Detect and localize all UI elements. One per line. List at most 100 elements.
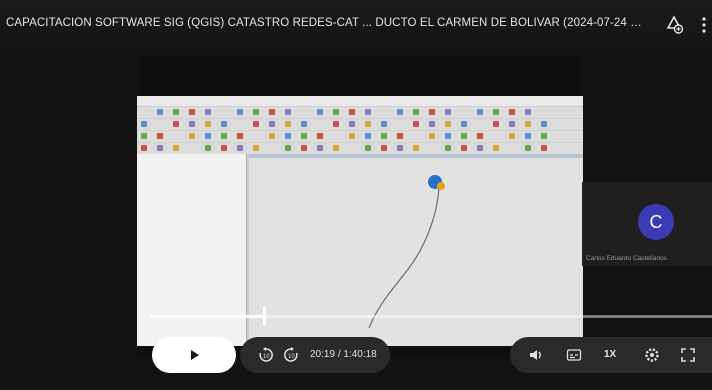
qgis-tool-icon <box>349 121 355 127</box>
qgis-tool-icon <box>333 145 339 151</box>
qgis-tool-icon <box>493 145 499 151</box>
qgis-tool-icon <box>141 133 147 139</box>
qgis-tool-icon <box>157 109 163 115</box>
qgis-tool-icon <box>477 109 483 115</box>
qgis-tool-icon <box>541 145 547 151</box>
time-display: 20:19 / 1:40:18 <box>310 349 377 360</box>
qgis-tool-icon <box>205 145 211 151</box>
qgis-tool-icon <box>461 145 467 151</box>
participant-name: Carlos Eduardo Castellanos <box>586 255 667 262</box>
qgis-tool-icon <box>525 145 531 151</box>
qgis-toolbar <box>137 143 583 154</box>
qgis-tool-icon <box>173 121 179 127</box>
qgis-tool-icon <box>333 109 339 115</box>
qgis-toolbar <box>137 107 583 118</box>
qgis-menubar <box>137 96 583 106</box>
qgis-tool-icon <box>445 109 451 115</box>
qgis-tool-icon <box>509 109 515 115</box>
qgis-tool-icon <box>365 121 371 127</box>
qgis-tool-icon <box>413 145 419 151</box>
qgis-tool-icon <box>173 145 179 151</box>
qgis-toolbar <box>137 131 583 142</box>
qgis-tool-icon <box>317 145 323 151</box>
settings-gear-icon[interactable] <box>644 347 660 363</box>
svg-text:10: 10 <box>263 354 270 360</box>
qgis-tool-icon <box>413 109 419 115</box>
qgis-tool-icon <box>189 121 195 127</box>
qgis-tool-icon <box>525 109 531 115</box>
qgis-tool-icon <box>477 145 483 151</box>
qgis-tool-icon <box>349 133 355 139</box>
shared-screen-qgis <box>137 96 583 346</box>
fullscreen-icon[interactable] <box>680 347 696 363</box>
qgis-tool-icon <box>317 109 323 115</box>
qgis-tool-icon <box>253 145 259 151</box>
qgis-tool-icon <box>525 121 531 127</box>
qgis-tool-icon <box>301 145 307 151</box>
qgis-tool-icon <box>349 109 355 115</box>
scrubber-handle[interactable] <box>262 306 266 326</box>
qgis-tool-icon <box>461 121 467 127</box>
qgis-tool-icon <box>205 121 211 127</box>
svg-text:10: 10 <box>288 354 295 360</box>
playback-speed[interactable]: 1X <box>604 349 616 360</box>
qgis-tool-icon <box>269 133 275 139</box>
volume-icon[interactable] <box>528 347 544 363</box>
play-icon <box>191 350 199 360</box>
qgis-tool-icon <box>157 145 163 151</box>
current-time: 20:19 <box>310 349 336 360</box>
qgis-tool-icon <box>237 133 243 139</box>
qgis-tool-icon <box>205 109 211 115</box>
qgis-tool-icon <box>429 133 435 139</box>
qgis-tool-icon <box>189 109 195 115</box>
captions-icon[interactable] <box>566 347 582 363</box>
qgis-tool-icon <box>541 121 547 127</box>
progress-bar[interactable] <box>150 315 712 318</box>
qgis-tool-icon <box>445 133 451 139</box>
qgis-tool-icon <box>413 121 419 127</box>
play-button[interactable] <box>152 337 236 373</box>
duration: 1:40:18 <box>343 349 377 360</box>
qgis-tool-icon <box>157 133 163 139</box>
qgis-tool-icon <box>429 121 435 127</box>
qgis-tool-icon <box>509 121 515 127</box>
qgis-tool-icon <box>141 121 147 127</box>
qgis-tool-icon <box>397 145 403 151</box>
qgis-tool-icon <box>445 121 451 127</box>
add-to-drive-icon[interactable] <box>664 14 684 34</box>
qgis-tool-icon <box>317 133 323 139</box>
qgis-tool-icon <box>269 121 275 127</box>
qgis-tool-icon <box>509 133 515 139</box>
forward-10-icon[interactable]: 10 <box>283 347 299 363</box>
qgis-tool-icon <box>221 121 227 127</box>
qgis-tool-icon <box>429 109 435 115</box>
qgis-tool-icon <box>525 133 531 139</box>
qgis-tool-icon <box>285 109 291 115</box>
qgis-tool-icon <box>461 133 467 139</box>
qgis-tool-icon <box>173 109 179 115</box>
qgis-tool-icon <box>493 109 499 115</box>
more-vertical-icon[interactable] <box>700 16 708 34</box>
qgis-tool-icon <box>189 133 195 139</box>
qgis-tool-icon <box>541 133 547 139</box>
rewind-10-icon[interactable]: 10 <box>258 347 274 363</box>
qgis-tool-icon <box>493 121 499 127</box>
qgis-tool-icon <box>301 121 307 127</box>
video-player: CAPACITACIÓN SOFTWARE SIG (QGIS) CATASTR… <box>0 0 712 390</box>
qgis-tool-icon <box>141 145 147 151</box>
qgis-tool-icon <box>285 121 291 127</box>
qgis-tool-icon <box>301 133 307 139</box>
qgis-tool-icon <box>381 121 387 127</box>
qgis-tool-icon <box>269 109 275 115</box>
qgis-tool-icon <box>397 133 403 139</box>
qgis-tool-icon <box>253 121 259 127</box>
progress-fill <box>150 315 264 318</box>
qgis-tool-icon <box>365 133 371 139</box>
title-bar: CAPACITACIÓN SOFTWARE SIG (QGIS) CATASTR… <box>0 0 712 50</box>
qgis-tool-icon <box>365 109 371 115</box>
time-separator: / <box>337 349 341 360</box>
qgis-tool-icon <box>285 145 291 151</box>
qgis-toolbar <box>137 119 583 130</box>
video-title: CAPACITACIÓN SOFTWARE SIG (QGIS) CATASTR… <box>6 17 646 29</box>
qgis-tool-icon <box>237 145 243 151</box>
